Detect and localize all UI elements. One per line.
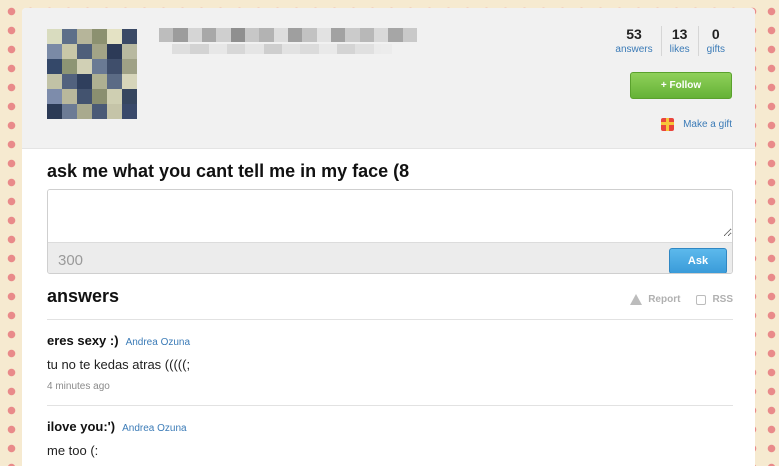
stat-gifts[interactable]: 0 gifts [697, 26, 733, 56]
stat-label: likes [669, 44, 690, 55]
answers-tools: Report RSS [614, 294, 733, 305]
answer-text: tu no te kedas atras (((((; [47, 357, 191, 372]
profile-stats: 53 answers 13 likes 0 gifts [607, 26, 733, 56]
rss-label: RSS [712, 294, 733, 305]
stat-value: 13 [671, 26, 688, 42]
stat-value: 53 [626, 26, 642, 42]
ask-footer: 300 Ask [48, 242, 732, 273]
profile-page: 53 answers 13 likes 0 gifts + Follow Mak… [22, 8, 755, 466]
ask-form: 300 Ask [47, 189, 733, 274]
stat-likes[interactable]: 13 likes [660, 26, 698, 56]
stat-answers[interactable]: 53 answers [607, 26, 660, 56]
blurred-subtitle [172, 44, 392, 54]
stat-label: gifts [706, 44, 725, 55]
stat-value: 0 [711, 26, 720, 42]
author-link[interactable]: Andrea Ozuna [122, 423, 187, 434]
report-link[interactable]: Report [630, 294, 680, 305]
answer-text: me too (: [47, 443, 99, 458]
make-gift-link[interactable]: Make a gift [661, 118, 732, 131]
rss-icon [696, 294, 707, 305]
ask-button[interactable]: Ask [669, 248, 727, 273]
answers-heading: answers [47, 286, 120, 306]
warning-icon [630, 294, 643, 305]
answer-item: ilove you:') Andrea Ozuna me too (: [47, 419, 733, 458]
gift-icon [661, 118, 675, 131]
report-label: Report [648, 294, 681, 305]
follow-button[interactable]: + Follow [630, 72, 732, 99]
question-text[interactable]: ilove you:') [47, 419, 115, 434]
answer-item: eres sexy :) Andrea Ozuna tu no te kedas… [47, 333, 733, 406]
char-counter: 300 [58, 252, 84, 269]
stat-label: answers [615, 44, 653, 55]
rss-link[interactable]: RSS [696, 294, 733, 305]
profile-header: 53 answers 13 likes 0 gifts + Follow Mak… [22, 8, 755, 149]
answers-header: answers Report RSS [47, 286, 733, 320]
question-line: ilove you:') Andrea Ozuna [47, 419, 733, 434]
author-link[interactable]: Andrea Ozuna [126, 337, 191, 348]
question-line: eres sexy :) Andrea Ozuna [47, 333, 733, 348]
avatar[interactable] [47, 29, 137, 119]
question-text[interactable]: eres sexy :) [47, 333, 119, 348]
timestamp[interactable]: 4 minutes ago [47, 381, 733, 392]
blurred-username [159, 28, 417, 42]
question-input[interactable] [48, 190, 732, 237]
page-title: ask me what you cant tell me in my face … [47, 161, 410, 181]
make-gift-label: Make a gift [683, 119, 732, 130]
